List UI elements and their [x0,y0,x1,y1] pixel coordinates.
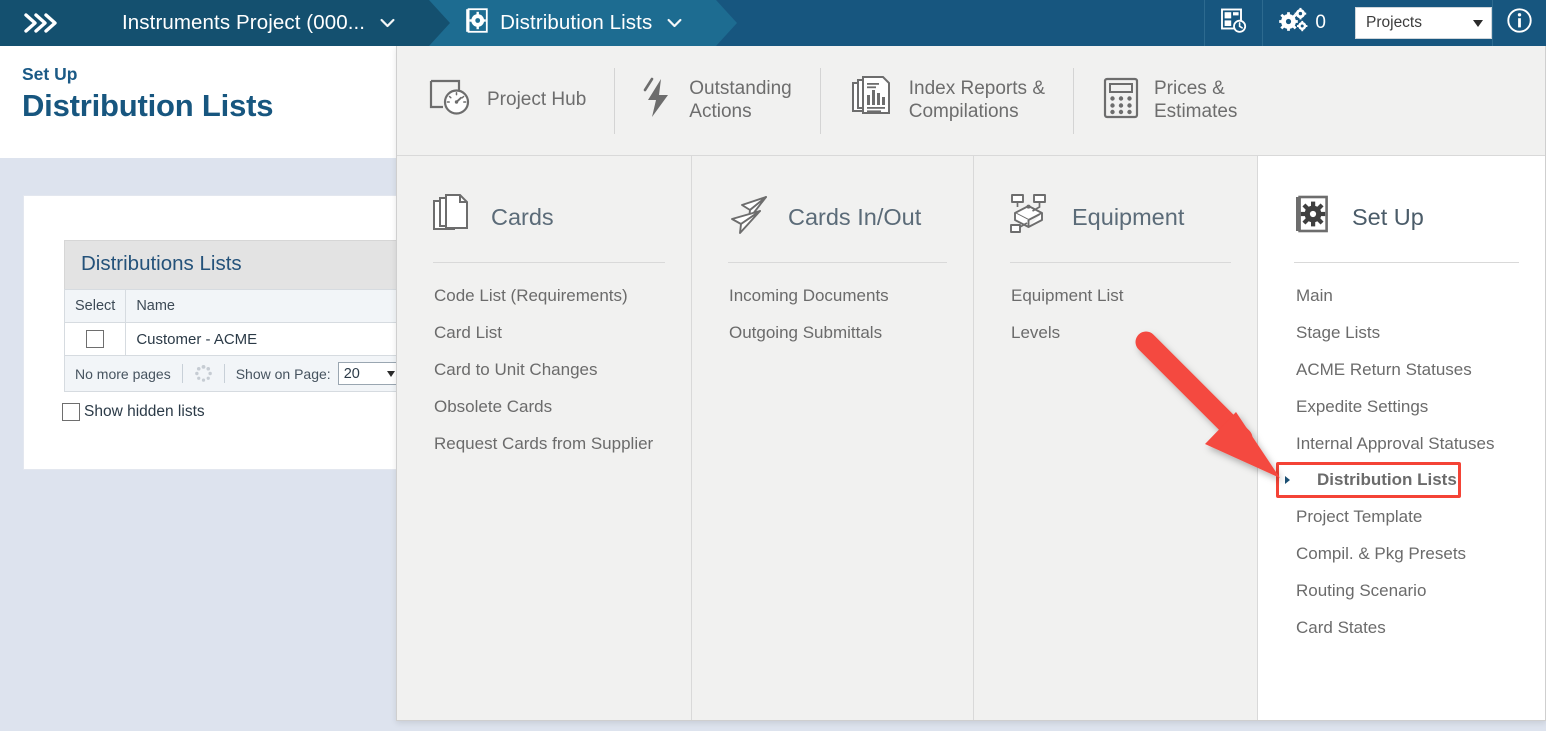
show-on-page-label: Show on Page: [235,365,331,382]
lightning-bolt-icon [643,76,675,125]
top-tabs: Instruments Project (000... Distribution… [0,0,738,46]
mega-menu-columns: Cards Code List (Requirements) Card List… [397,156,1545,720]
chevrons-right-icon [22,10,60,36]
menu-item-list: Equipment List Levels [974,263,1257,351]
menu-column-title: Equipment [1072,203,1185,230]
menu-item-card-states[interactable]: Card States [1258,609,1545,646]
current-tab-label: Distribution Lists [500,11,653,34]
home-chevrons-tab[interactable] [0,0,111,46]
menu-column-title: Cards In/Out [788,203,922,230]
menu-top-prices-estimates[interactable]: Prices & Estimates [1073,67,1265,134]
label-line-1: Index Reports & [908,78,1045,100]
gears-icon [1278,7,1308,39]
menu-top-project-hub[interactable]: Project Hub [419,68,614,134]
menu-item-code-list[interactable]: Code List (Requirements) [397,277,691,314]
menu-item-distribution-lists[interactable]: Distribution Lists [1276,462,1461,498]
info-button[interactable] [1492,0,1546,46]
settings-count: 0 [1315,12,1326,33]
footer-divider-2 [223,364,225,384]
recent-items-icon [1220,7,1247,39]
menu-item-project-template[interactable]: Project Template [1258,498,1545,535]
menu-item-expedite-settings[interactable]: Expedite Settings [1258,388,1545,425]
menu-item-internal-approval-statuses[interactable]: Internal Approval Statuses [1258,425,1545,462]
paper-planes-icon [726,193,770,242]
menu-column-equipment: Equipment Equipment List Levels [973,156,1257,720]
menu-item-label: Distribution Lists [1317,470,1457,489]
mega-menu-top-row: Project Hub Outstanding Actions Index Re… [397,46,1545,156]
setup-gear-page-icon [1292,193,1334,242]
top-navigation-bar: Instruments Project (000... Distribution… [0,0,1546,46]
menu-item-equipment-list[interactable]: Equipment List [974,277,1257,314]
top-bar-actions: 0 Projects [1204,0,1546,46]
menu-item-list: Code List (Requirements) Card List Card … [397,263,691,462]
triangle-right-icon [1285,476,1290,484]
show-hidden-lists-row[interactable]: Show hidden lists [62,403,205,421]
menu-column-header[interactable]: Cards [397,186,691,248]
show-on-page-value: 20 [343,365,360,382]
show-hidden-checkbox[interactable] [62,403,80,421]
row-select-cell[interactable] [63,321,127,357]
menu-column-cards: Cards Code List (Requirements) Card List… [397,156,691,720]
menu-item-list: Incoming Documents Outgoing Submittals [692,263,973,351]
cards-stack-icon [431,193,473,242]
label-line-1: Outstanding [689,78,792,100]
menu-item-main[interactable]: Main [1258,277,1545,314]
menu-item-routing-scenario[interactable]: Routing Scenario [1258,572,1545,609]
row-checkbox[interactable] [86,330,105,349]
menu-top-label: Project Hub [487,89,587,111]
settings-button[interactable]: 0 [1262,0,1341,46]
show-on-page-select[interactable]: 20 [337,362,400,386]
loading-spinner-icon[interactable] [194,364,213,383]
menu-top-label: Index Reports & Compilations [909,78,1045,123]
menu-item-levels[interactable]: Levels [974,314,1257,351]
current-page-tab[interactable]: Distribution Lists [429,0,738,46]
menu-column-cards-in-out: Cards In/Out Incoming Documents Outgoing… [691,156,973,720]
label-line-1: Prices & [1154,78,1225,100]
menu-item-list: Main Stage Lists ACME Return Statuses Ex… [1258,263,1545,646]
menu-column-header[interactable]: Cards In/Out [692,186,973,248]
menu-column-header[interactable]: Equipment [974,186,1257,248]
menu-item-outgoing-submittals[interactable]: Outgoing Submittals [692,314,973,351]
menu-item-request-cards-from-supplier[interactable]: Request Cards from Supplier [397,425,691,462]
menu-top-index-reports[interactable]: Index Reports & Compilations [819,67,1073,134]
menu-column-header[interactable]: Set Up [1258,186,1545,248]
show-hidden-label: Show hidden lists [84,403,205,420]
menu-top-label: Prices & Estimates [1154,78,1237,123]
recent-items-button[interactable] [1204,0,1262,46]
menu-item-stage-lists[interactable]: Stage Lists [1258,314,1545,351]
chevron-down-icon[interactable] [667,18,682,28]
project-scope-select[interactable]: Projects [1355,7,1492,39]
menu-item-card-list[interactable]: Card List [397,314,691,351]
menu-item-card-to-unit-changes[interactable]: Card to Unit Changes [397,351,691,388]
project-tab[interactable]: Instruments Project (000... [90,0,451,46]
calculator-icon [1102,76,1140,125]
menu-item-incoming-documents[interactable]: Incoming Documents [692,277,973,314]
chevron-down-icon [386,370,395,377]
mega-menu: Project Hub Outstanding Actions Index Re… [396,46,1546,721]
paging-status: No more pages [75,365,171,382]
footer-divider-1 [181,364,183,384]
project-tab-label: Instruments Project (000... [122,11,366,34]
menu-column-set-up: Set Up Main Stage Lists ACME Return Stat… [1257,156,1545,720]
label-line-2: Compilations [908,100,1019,122]
menu-top-outstanding-actions[interactable]: Outstanding Actions [614,67,819,134]
label-line-2: Estimates [1154,100,1238,122]
project-scope-value: Projects [1366,14,1422,31]
project-hub-gauge-icon [427,77,473,124]
column-header-select: Select [63,289,127,323]
equipment-node-icon [1008,193,1054,242]
menu-column-title: Cards [491,203,554,230]
chevron-down-icon[interactable] [380,18,395,28]
label-line-2: Actions [689,100,752,122]
menu-item-obsolete-cards[interactable]: Obsolete Cards [397,388,691,425]
setup-gear-page-icon [463,7,489,39]
menu-item-acme-return-statuses[interactable]: ACME Return Statuses [1258,351,1545,388]
menu-top-label: Outstanding Actions [689,78,791,123]
chevron-down-icon [1473,19,1483,27]
menu-item-compil-pkg-presets[interactable]: Compil. & Pkg Presets [1258,535,1545,572]
info-circle-icon [1506,7,1533,39]
stacked-reports-icon [849,75,895,126]
menu-column-title: Set Up [1352,203,1424,230]
